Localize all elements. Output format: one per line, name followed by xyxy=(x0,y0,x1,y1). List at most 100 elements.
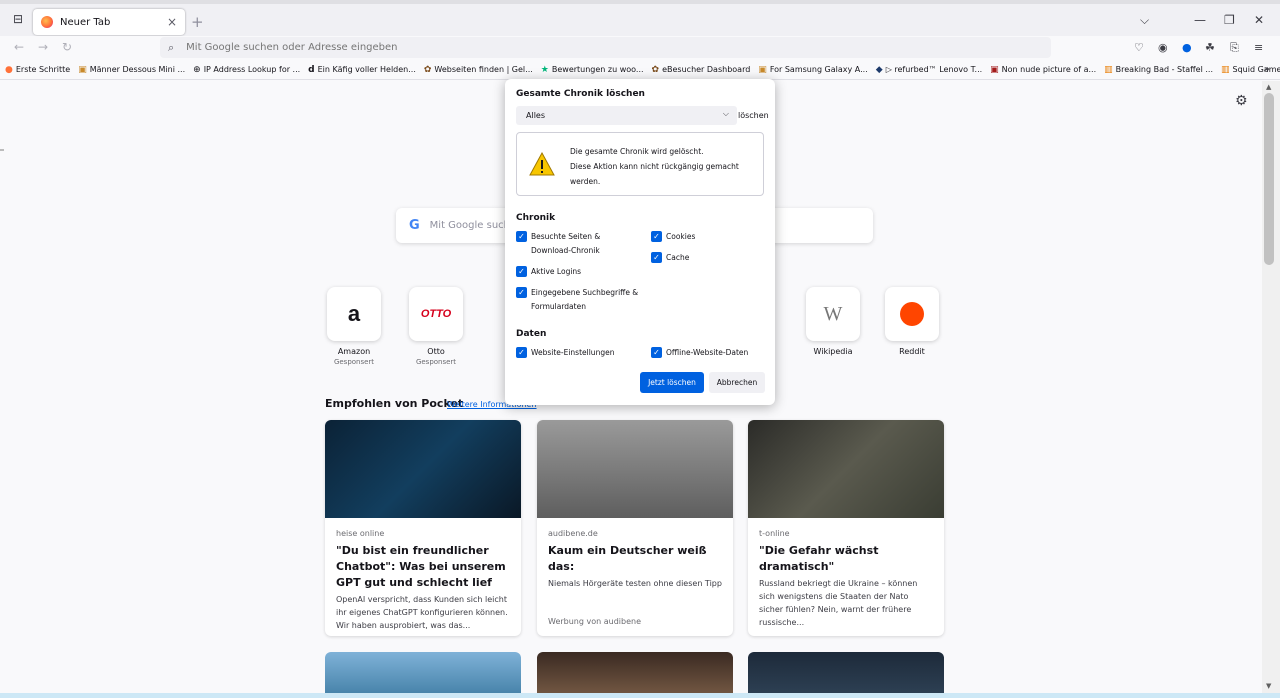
card-image xyxy=(748,420,944,518)
shortcut-label: Amazon xyxy=(337,347,371,356)
bookmark-item[interactable]: ◆ ▷ refurbed™ Lenovo T... xyxy=(876,65,982,75)
checkbox-checked-icon: ✓ xyxy=(651,231,662,242)
account-icon[interactable]: ◉ xyxy=(1158,41,1168,54)
card-description: Niemals Hörgeräte testen ohne diesen Tip… xyxy=(548,579,722,588)
share-icon[interactable]: ⎘ xyxy=(1230,41,1239,55)
card-source: audibene.de xyxy=(548,529,598,538)
gift-icon: ▣ xyxy=(758,64,767,75)
shortcut-label: Reddit xyxy=(899,347,925,356)
scroll-up-icon[interactable]: ▲ xyxy=(1266,83,1271,91)
firefox-icon: ● xyxy=(5,64,13,75)
checkbox-formdata[interactable]: ✓ Eingegebene Suchbegriffe & Formulardat… xyxy=(516,286,641,314)
bookmark-item[interactable]: ▣ Non nude picture of a... xyxy=(990,65,1096,75)
google-icon: G xyxy=(409,218,420,233)
taskbar-strip xyxy=(0,693,1280,698)
bookmarks-overflow-icon[interactable]: » xyxy=(1264,64,1270,75)
time-range-suffix: löschen xyxy=(738,111,769,120)
gift-icon: ▣ xyxy=(78,64,87,75)
bookmark-item[interactable]: ★ Bewertungen zu woo... xyxy=(541,65,644,75)
shortcut-reddit[interactable]: Reddit xyxy=(880,287,944,356)
checkbox-checked-icon: ✓ xyxy=(516,231,527,242)
pocket-card-image[interactable] xyxy=(537,652,733,693)
sponsor-label: Werbung von audibene xyxy=(548,617,641,626)
checkbox-site-settings[interactable]: ✓ Website-Einstellungen xyxy=(516,346,614,360)
bookmark-item[interactable]: ▣ Männer Dessous Mini ... xyxy=(78,65,185,75)
bookmark-item[interactable]: ✿ eBesucher Dashboard xyxy=(652,65,751,75)
shortcut-amazon[interactable]: a Amazon Gesponsert xyxy=(322,287,386,366)
card-image xyxy=(537,420,733,518)
time-range-value: Alles xyxy=(526,111,546,120)
bookmark-item[interactable]: ⊕ IP Address Lookup for ... xyxy=(193,65,300,75)
card-source: t-online xyxy=(759,529,790,538)
search-icon: ⌕ xyxy=(168,40,175,54)
cancel-button[interactable]: Abbrechen xyxy=(709,372,765,393)
pocket-card-image[interactable] xyxy=(325,652,521,693)
pocket-card[interactable]: heise online "Du bist ein freundlicher C… xyxy=(325,420,521,636)
tab-neuer-tab[interactable]: Neuer Tab × xyxy=(33,9,185,35)
bookmark-item[interactable]: ✿ Webseiten finden | Gel... xyxy=(424,65,533,75)
extension-paw-icon[interactable]: ☘ xyxy=(1205,41,1215,54)
url-bar[interactable]: ⌕ xyxy=(160,37,1051,58)
checkbox-checked-icon: ✓ xyxy=(651,347,662,358)
scroll-down-icon[interactable]: ▼ xyxy=(1266,682,1271,690)
shortcut-wikipedia[interactable]: W Wikipedia xyxy=(801,287,865,356)
popcorn-icon: ▥ xyxy=(1104,64,1113,75)
checkbox-checked-icon: ✓ xyxy=(516,287,527,298)
pocket-icon[interactable]: ♡ xyxy=(1134,41,1144,54)
bookmark-item[interactable]: ● Erste Schritte xyxy=(5,65,70,75)
checkbox-offline-data[interactable]: ✓ Offline-Website-Daten xyxy=(651,346,748,360)
warning-box: Die gesamte Chronik wird gelöscht. Diese… xyxy=(516,132,764,196)
checkbox-history[interactable]: ✓ Besuchte Seiten & Download-Chronik xyxy=(516,230,641,258)
close-window-icon[interactable]: ✕ xyxy=(1254,13,1264,27)
checkbox-cache[interactable]: ✓ Cache xyxy=(651,251,689,265)
pocket-heading: Empfohlen von Pocket xyxy=(325,397,464,410)
extension-icon[interactable]: ● xyxy=(1182,41,1192,54)
settings-gear-icon[interactable]: ⚙ xyxy=(1235,93,1248,109)
warning-icon xyxy=(529,152,555,176)
card-image xyxy=(325,420,521,518)
sponsored-label: Gesponsert xyxy=(415,358,457,366)
menu-icon[interactable]: ≡ xyxy=(1254,41,1263,54)
checkbox-logins[interactable]: ✓ Aktive Logins xyxy=(516,265,581,279)
d-icon: d xyxy=(308,64,315,75)
section-daten: Daten xyxy=(516,329,547,339)
pocket-card[interactable]: t-online "Die Gefahr wächst dramatisch" … xyxy=(748,420,944,636)
bookmark-item[interactable]: ▥Squid Game - Staffel 1... xyxy=(1221,65,1280,75)
sponsored-label: Gesponsert xyxy=(333,358,375,366)
popcorn-icon: ▥ xyxy=(1221,64,1230,75)
new-tab-button[interactable]: + xyxy=(191,13,204,31)
card-headline: "Die Gefahr wächst dramatisch" xyxy=(759,544,879,573)
paw-icon: ✿ xyxy=(651,64,660,75)
shortcut-otto[interactable]: OTTO Otto Gesponsert xyxy=(404,287,468,366)
time-range-select[interactable]: Alles ⌵ xyxy=(516,106,737,125)
url-input[interactable] xyxy=(186,42,887,53)
tab-title: Neuer Tab xyxy=(60,16,111,28)
bookmark-item[interactable]: ▣ For Samsung Galaxy A... xyxy=(758,65,867,75)
clear-now-button[interactable]: Jetzt löschen xyxy=(640,372,704,393)
warning-text: Die gesamte Chronik wird gelöscht. Diese… xyxy=(570,147,739,186)
scrollbar-thumb[interactable] xyxy=(1264,93,1274,265)
star-icon: ★ xyxy=(540,64,549,75)
close-tab-icon[interactable]: × xyxy=(167,15,177,29)
restore-icon[interactable]: ❐ xyxy=(1224,13,1235,27)
forward-icon[interactable]: → xyxy=(38,40,48,54)
pocket-card-image[interactable] xyxy=(748,652,944,693)
back-icon[interactable]: ← xyxy=(14,40,24,54)
divider xyxy=(0,149,4,151)
reload-icon[interactable]: ↻ xyxy=(62,40,72,54)
checkbox-label: Eingegebene Suchbegriffe & Formulardaten xyxy=(531,288,639,311)
tab-overflow-chevron-icon[interactable]: ⌵ xyxy=(1140,13,1149,28)
reddit-icon xyxy=(885,287,939,341)
scrollbar[interactable]: ▲ ▼ xyxy=(1262,81,1280,693)
pocket-card[interactable]: audibene.de Kaum ein Deutscher weiß das:… xyxy=(537,420,733,636)
section-chronik: Chronik xyxy=(516,213,556,223)
bookmarks-toolbar: ● Erste Schritte ▣ Männer Dessous Mini ...… xyxy=(0,60,1280,80)
checkbox-label: Cache xyxy=(666,253,690,262)
tab-list-icon[interactable]: ⊟ xyxy=(8,12,28,28)
card-description: OpenAI verspricht, dass Kunden sich leic… xyxy=(336,595,508,630)
minimize-icon[interactable]: — xyxy=(1194,13,1206,27)
bookmark-item[interactable]: ▥ Breaking Bad - Staffel ... xyxy=(1104,65,1213,75)
checkbox-cookies[interactable]: ✓ Cookies xyxy=(651,230,695,244)
bookmark-item[interactable]: d Ein Käfig voller Helden... xyxy=(308,65,416,75)
checkbox-label: Aktive Logins xyxy=(531,267,582,276)
